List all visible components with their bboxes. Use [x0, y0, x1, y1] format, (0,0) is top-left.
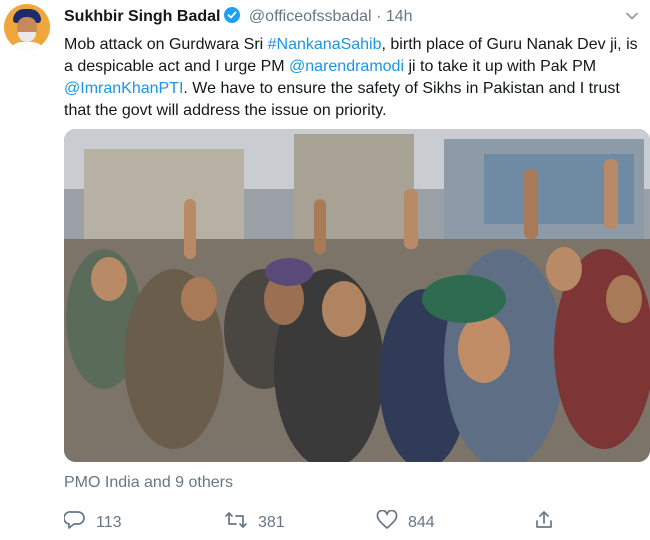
reply-count: 113 [96, 513, 122, 531]
like-button[interactable]: 844 [376, 509, 435, 535]
crowd-photo [64, 129, 650, 462]
avatar-beard [18, 32, 36, 42]
like-count: 844 [408, 513, 435, 531]
retweet-icon [224, 510, 258, 535]
share-icon [534, 510, 564, 535]
author-handle[interactable]: @officeofssbadal [249, 8, 372, 25]
heart-icon [376, 509, 408, 535]
tweet-text: Mob attack on Gurdwara Sri #NankanaSahib… [64, 34, 644, 122]
separator-dot: · [376, 8, 382, 25]
reply-button[interactable]: 113 [63, 510, 122, 535]
mention-link-narendramodi[interactable]: @narendramodi [289, 58, 404, 75]
retweet-count: 381 [258, 513, 285, 531]
chevron-down-icon[interactable] [624, 8, 640, 24]
tweet-time[interactable]: 14h [386, 8, 413, 25]
tweet-text-part: Mob attack on Gurdwara Sri [64, 36, 268, 53]
mention-link-imrankhanpti[interactable]: @ImranKhanPTI [64, 80, 183, 97]
liked-by-text[interactable]: PMO India and 9 others [64, 474, 233, 492]
tweet-text-part: ji to take it up with Pak PM [404, 58, 597, 75]
retweet-button[interactable]: 381 [224, 510, 285, 535]
author-name[interactable]: Sukhbir Singh Badal [64, 8, 220, 25]
verified-badge-icon [224, 7, 241, 23]
avatar[interactable] [4, 4, 50, 50]
tweet-header: Sukhbir Singh Badal @officeofssbadal · 1… [64, 7, 610, 29]
tweet-actions: 113 381 844 [63, 509, 644, 535]
share-button[interactable] [534, 510, 564, 535]
avatar-shirt [8, 42, 46, 50]
tweet-media-image[interactable] [64, 129, 650, 462]
reply-icon [63, 510, 96, 535]
hashtag-link[interactable]: #NankanaSahib [268, 36, 382, 53]
